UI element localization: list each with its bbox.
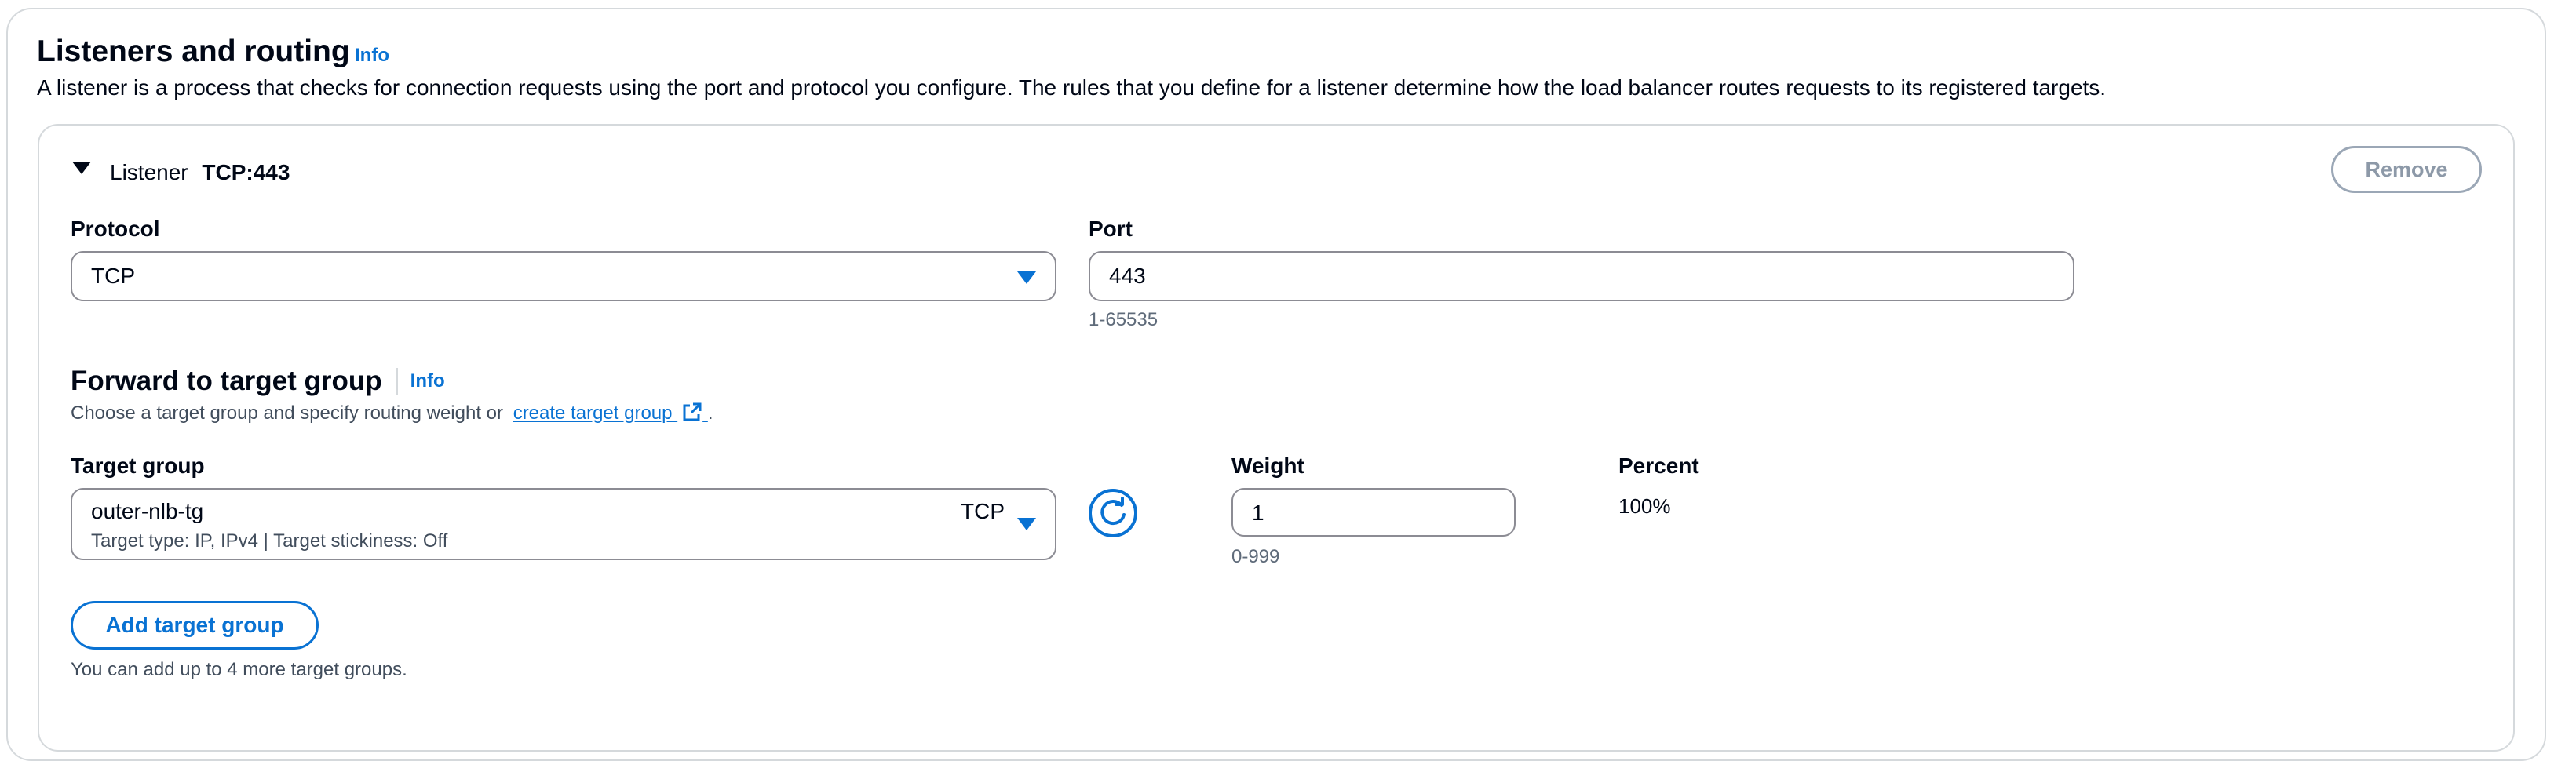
weight-hint: 0-999: [1231, 546, 1280, 567]
target-group-details: Target type: IP, IPv4 | Target stickines…: [91, 530, 448, 552]
weight-label: Weight: [1231, 453, 1304, 478]
weight-value: 1: [1252, 501, 1264, 525]
target-group-label: Target group: [71, 453, 205, 478]
listener-prefix: Listener: [110, 160, 188, 184]
forward-description: Choose a target group and specify routin…: [71, 402, 713, 424]
forward-description-text: Choose a target group and specify routin…: [71, 402, 504, 424]
forward-title: Forward to target group: [71, 366, 382, 396]
target-group-select[interactable]: outer-nlb-tg Target type: IP, IPv4 | Tar…: [71, 488, 1056, 560]
port-value: 443: [1109, 264, 1146, 288]
section-title: Listeners and routing: [37, 35, 350, 68]
forward-header: Forward to target group Info: [71, 366, 445, 397]
listener-expand-toggle[interactable]: [72, 162, 91, 174]
port-hint: 1-65535: [1089, 309, 1158, 330]
percent-value: 100%: [1618, 494, 1671, 518]
add-target-group-hint: You can add up to 4 more target groups.: [71, 659, 407, 680]
section-info-link[interactable]: Info: [355, 45, 389, 67]
protocol-select[interactable]: TCP: [71, 251, 1056, 301]
listener-container: [38, 124, 2515, 752]
listener-name: TCP:443: [202, 160, 290, 184]
external-link-icon: [683, 402, 702, 421]
remove-listener-button[interactable]: Remove: [2331, 146, 2482, 193]
title-divider: [396, 368, 398, 395]
caret-down-icon: [72, 162, 91, 174]
target-group-protocol: TCP: [961, 499, 1005, 523]
refresh-button[interactable]: [1088, 488, 1138, 538]
port-label: Port: [1089, 217, 1133, 241]
chevron-down-icon: [1017, 271, 1036, 284]
protocol-label: Protocol: [71, 217, 160, 241]
target-group-name: outer-nlb-tg: [91, 499, 204, 523]
forward-description-end: .: [707, 402, 713, 424]
create-target-group-label: create target group: [513, 402, 673, 424]
chevron-down-icon: [1017, 518, 1036, 530]
weight-input[interactable]: 1: [1231, 488, 1516, 537]
section-description: A listener is a process that checks for …: [37, 75, 2107, 100]
protocol-value: TCP: [91, 264, 135, 288]
add-target-group-button[interactable]: Add target group: [71, 601, 319, 650]
forward-info-link[interactable]: Info: [410, 370, 445, 392]
port-input[interactable]: 443: [1089, 251, 2074, 301]
create-target-group-link[interactable]: create target group: [513, 402, 708, 424]
listener-header: Listener TCP:443: [110, 160, 290, 185]
refresh-icon: [1089, 489, 1137, 537]
percent-label: Percent: [1618, 453, 1699, 478]
